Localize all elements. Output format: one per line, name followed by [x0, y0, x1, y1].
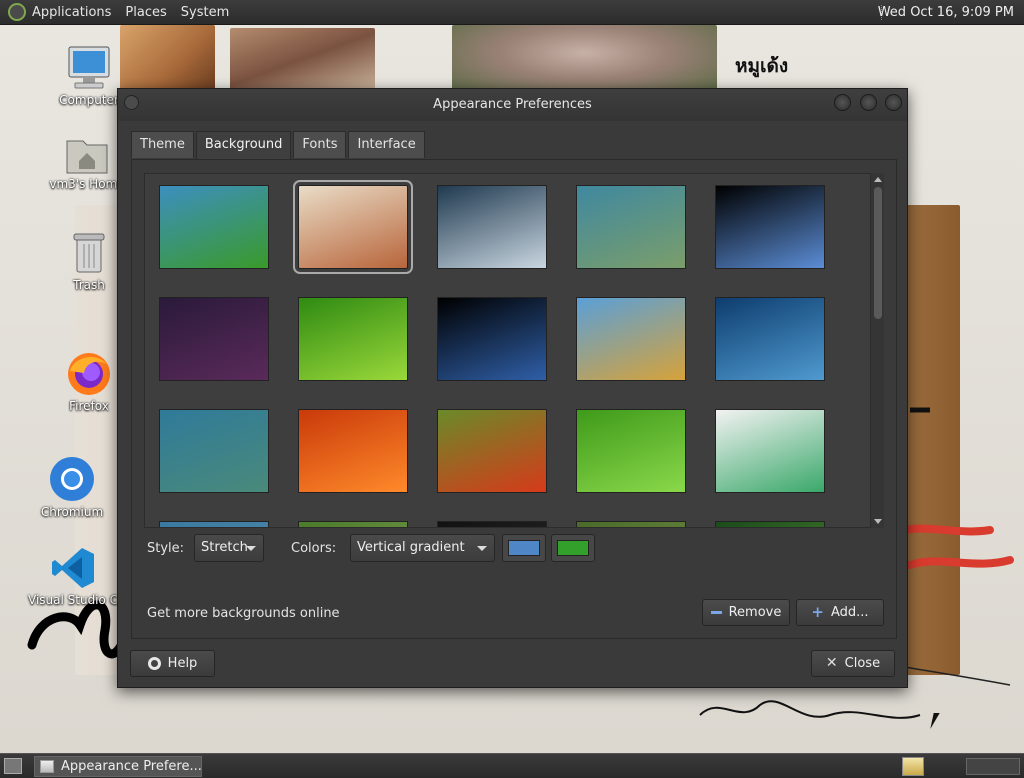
- wallpaper-thumbnail-green-logo[interactable]: [715, 409, 825, 493]
- close-window-icon[interactable]: [885, 94, 902, 111]
- distro-logo-icon[interactable]: [8, 3, 26, 21]
- chromium-icon: [50, 457, 94, 501]
- minus-icon: [710, 611, 722, 614]
- wallpaper-thumbnail-grass[interactable]: [576, 409, 686, 493]
- menu-applications[interactable]: Applications: [32, 5, 111, 20]
- scroll-up-icon[interactable]: [874, 177, 882, 182]
- plus-icon: +: [811, 603, 824, 621]
- home-folder-icon: [66, 140, 108, 174]
- vscode-icon: [52, 548, 94, 588]
- maximize-icon[interactable]: [860, 94, 877, 111]
- menu-system[interactable]: System: [181, 5, 229, 20]
- menu-places[interactable]: Places: [125, 5, 166, 20]
- scroll-down-icon[interactable]: [874, 519, 882, 524]
- scrollbar-thumb[interactable]: [874, 187, 882, 319]
- remove-button[interactable]: Remove: [702, 599, 790, 626]
- wallpaper-thumbnail-water-drop[interactable]: [437, 185, 547, 269]
- top-panel: Applications Places System Wed Oct 16, 9…: [0, 0, 1024, 25]
- secondary-color-button[interactable]: [551, 534, 595, 562]
- wallpaper-thumbnail-sketch-photo[interactable]: [293, 180, 413, 274]
- appearance-app-icon: [40, 760, 54, 773]
- minimize-icon[interactable]: [834, 94, 851, 111]
- wallpaper-thumbnail-row4-e[interactable]: [715, 521, 825, 527]
- add-button[interactable]: + Add...: [796, 599, 884, 626]
- wallpaper-thumbnail-red-marigold[interactable]: [437, 409, 547, 493]
- style-combo[interactable]: Stretch: [194, 534, 264, 562]
- chevron-down-icon: [477, 546, 487, 551]
- tab-fonts[interactable]: Fonts: [293, 131, 347, 158]
- wallpaper-gallery[interactable]: [144, 173, 884, 528]
- style-combo-value: Stretch: [201, 540, 248, 555]
- appearance-preferences-dialog: Appearance Preferences Theme Background …: [117, 88, 908, 688]
- wallpaper-thumbnail-green-leaf[interactable]: [298, 297, 408, 381]
- workspace-switcher[interactable]: [966, 758, 1020, 775]
- wallpaper-thumbnail-row4-d[interactable]: [576, 521, 686, 527]
- help-button[interactable]: Help: [130, 650, 215, 677]
- help-icon: [147, 657, 161, 670]
- wallpaper-thumbnail-blue-waves[interactable]: [715, 297, 825, 381]
- colors-combo[interactable]: Vertical gradient: [350, 534, 495, 562]
- wallpaper-thumbnail-prism[interactable]: [715, 185, 825, 269]
- close-icon: ✕: [825, 655, 838, 671]
- wallpaper-thumbnail-wheat-field[interactable]: [576, 297, 686, 381]
- background-tab-page: Style: Stretch Colors: Vertical gradient…: [131, 159, 897, 639]
- wallpaper-thumbnail-row4-c[interactable]: [437, 521, 547, 527]
- desktop-icon-vscode[interactable]: Visual Studio Code: [28, 545, 140, 607]
- primary-color-button[interactable]: [502, 534, 546, 562]
- tab-background[interactable]: Background: [195, 131, 292, 160]
- primary-color-swatch: [508, 540, 540, 556]
- more-backgrounds-link[interactable]: Get more backgrounds online: [147, 606, 340, 621]
- bottom-panel: Appearance Prefere...: [0, 753, 1024, 778]
- tab-theme[interactable]: Theme: [131, 131, 194, 158]
- wallpaper-thumbnail-row4-b[interactable]: [298, 521, 408, 527]
- tray-app-icon[interactable]: [902, 757, 924, 776]
- wallpaper-thumbnail-earth[interactable]: [437, 297, 547, 381]
- gallery-scrollbar[interactable]: [870, 173, 884, 528]
- clock[interactable]: Wed Oct 16, 9:09 PM: [868, 0, 1024, 25]
- colors-combo-value: Vertical gradient: [357, 540, 465, 555]
- wallpaper-thumbnail-teal-bokeh[interactable]: [159, 409, 269, 493]
- wallpaper-thumbnail-orange-flower[interactable]: [298, 409, 408, 493]
- computer-icon: [68, 46, 110, 89]
- secondary-color-swatch: [557, 540, 589, 556]
- chevron-down-icon: [246, 546, 256, 551]
- trash-icon: [73, 233, 105, 273]
- firefox-icon: [68, 353, 110, 395]
- show-desktop-icon[interactable]: [4, 758, 22, 774]
- wallpaper-thumbnail-planets[interactable]: [159, 297, 269, 381]
- colors-label: Colors:: [291, 541, 337, 556]
- window-titlebar[interactable]: Appearance Preferences: [118, 89, 907, 121]
- close-button[interactable]: ✕ Close: [811, 650, 895, 677]
- desktop-icon-chromium[interactable]: Chromium: [27, 455, 117, 519]
- wallpaper-thumbnail-blue-green-gradient[interactable]: [159, 185, 269, 269]
- wallpaper-thumbnail-row4-a[interactable]: [159, 521, 269, 527]
- style-label: Style:: [147, 541, 185, 556]
- wallpaper-thumbnail-soft-teal[interactable]: [576, 185, 686, 269]
- window-title: Appearance Preferences: [433, 97, 592, 112]
- taskbar-button-appearance[interactable]: Appearance Prefere...: [34, 756, 202, 777]
- tab-interface[interactable]: Interface: [348, 131, 425, 158]
- tab-bar: Theme Background Fonts Interface: [131, 131, 427, 160]
